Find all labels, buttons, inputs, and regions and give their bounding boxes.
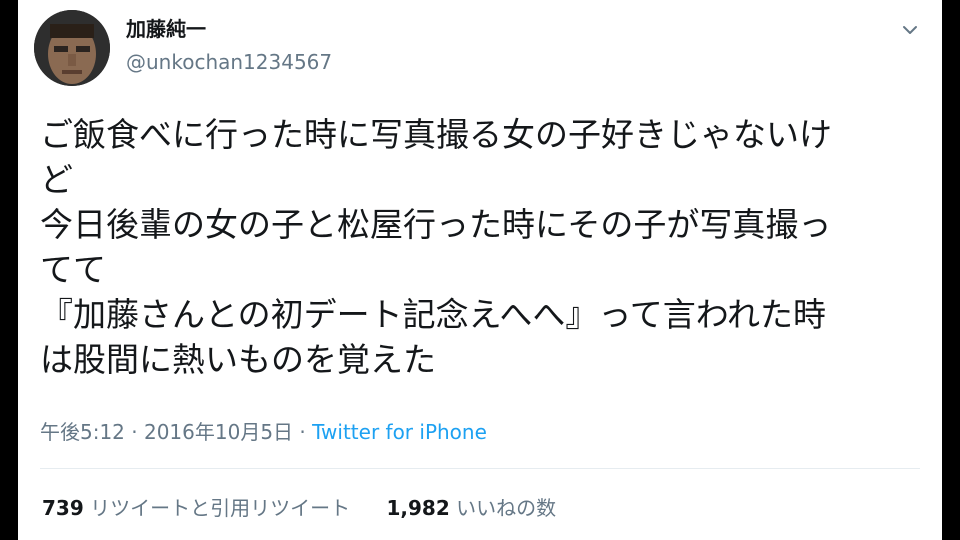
like-count: 1,982: [386, 496, 450, 520]
tweet-card: 加藤純一 @unkochan1234567 ご飯食べに行った時に写真撮る女の子好…: [18, 0, 942, 540]
tweet-meta: 午後5:12 · 2016年10月5日 · Twitter for iPhone: [40, 418, 487, 446]
tweet-text-line: ご飯食べに行った時に写真撮る女の子好きじゃないけ: [40, 115, 832, 154]
retweet-label: リツイートと引用リツイート: [90, 496, 351, 520]
tweet-text-line: てて: [40, 250, 106, 289]
meta-separator: ·: [293, 420, 313, 444]
divider: [40, 468, 920, 469]
author-handle[interactable]: @unkochan1234567: [126, 48, 332, 76]
author-name[interactable]: 加藤純一: [126, 14, 206, 44]
avatar-image: [34, 10, 110, 86]
retweets-stat[interactable]: 739 リツイートと引用リツイート: [42, 494, 350, 522]
tweet-text: ご飯食べに行った時に写真撮る女の子好きじゃないけ ど 今日後輩の女の子と松屋行っ…: [40, 112, 920, 382]
retweet-count: 739: [42, 496, 84, 520]
likes-stat[interactable]: 1,982 いいねの数: [386, 494, 556, 522]
avatar[interactable]: [34, 10, 110, 86]
tweet-text-line: は股間に熱いものを覚えた: [40, 340, 436, 379]
tweet-text-line: ど: [40, 160, 73, 199]
tweet-stats: 739 リツイートと引用リツイート 1,982 いいねの数: [42, 494, 556, 522]
source-link[interactable]: Twitter for iPhone: [312, 420, 487, 444]
tweet-text-line: 今日後輩の女の子と松屋行った時にその子が写真撮っ: [40, 205, 832, 244]
chevron-down-icon[interactable]: [898, 18, 922, 42]
like-label: いいねの数: [456, 496, 557, 520]
timestamp-link[interactable]: 午後5:12 · 2016年10月5日: [40, 420, 293, 444]
tweet-text-line: 『加藤さんとの初デート記念えへへ』って言われた時: [40, 295, 827, 334]
